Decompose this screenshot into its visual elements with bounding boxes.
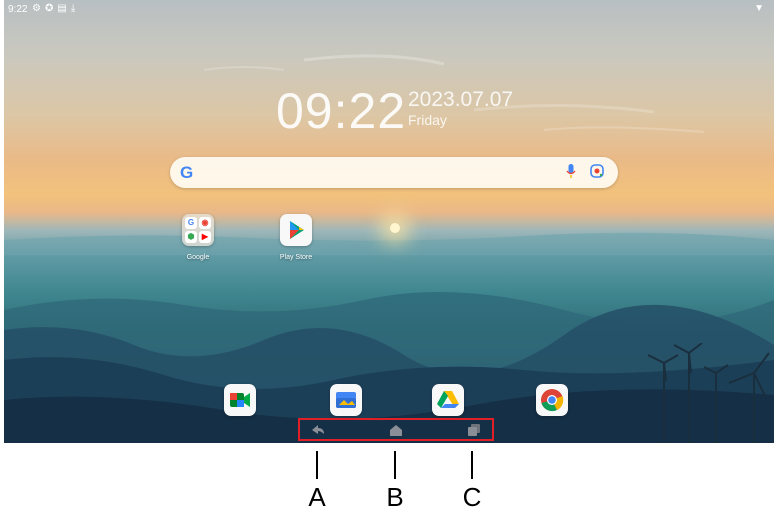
drive-icon [432, 384, 464, 416]
download-icon: ⤓ [70, 3, 80, 14]
sun [390, 223, 400, 233]
android-home-screen: 9:22 ⚙✪▤⤓ ▼ 09:22 2023.07.07 Friday G G … [4, 0, 774, 443]
gear-icon: ✪ [44, 3, 58, 14]
marker-label-a: A [308, 482, 326, 512]
marker-line-b [394, 451, 396, 479]
app-google-folder[interactable]: G ◉ ⬢ ▶ Google [168, 214, 228, 261]
marker-line-a [316, 451, 318, 479]
clock-date: 2023.07.07 [408, 88, 514, 111]
clock-time[interactable]: 09:22 [276, 82, 406, 140]
home-icon[interactable] [388, 422, 404, 438]
app-play-store[interactable]: Play Store [266, 214, 326, 261]
files-icon [330, 384, 362, 416]
clock-day: Friday [408, 112, 447, 128]
marker-label-c: C [462, 482, 482, 512]
app-label: Google [186, 254, 210, 261]
play-store-icon [280, 214, 312, 246]
google-search-bar[interactable]: G [170, 157, 618, 188]
recents-icon[interactable] [466, 422, 482, 438]
dock-drive[interactable] [418, 384, 478, 416]
lens-icon[interactable] [590, 164, 604, 178]
dock-chrome[interactable] [522, 384, 582, 416]
marker-label-b: B [386, 482, 404, 512]
dock-files[interactable] [316, 384, 376, 416]
meet-icon [224, 384, 256, 416]
status-icons: ⚙✪▤⤓ [32, 3, 79, 14]
status-bar: 9:22 ⚙✪▤⤓ ▼ [4, 0, 774, 18]
navigation-bar-highlight [298, 418, 494, 441]
back-icon[interactable] [310, 422, 326, 438]
app-label: Play Store [279, 254, 313, 261]
sim-icon: ▤ [57, 3, 71, 14]
wifi-icon: ▼ [754, 3, 764, 14]
chrome-icon [536, 384, 568, 416]
google-folder-icon: G ◉ ⬢ ▶ [182, 214, 214, 246]
google-logo-icon: G [180, 163, 194, 182]
wind-turbines [647, 343, 770, 443]
mic-icon[interactable] [566, 164, 576, 182]
marker-line-c [471, 451, 473, 479]
gear-icon: ⚙ [32, 3, 45, 14]
status-time: 9:22 [8, 4, 28, 15]
dock-meet[interactable] [210, 384, 270, 416]
